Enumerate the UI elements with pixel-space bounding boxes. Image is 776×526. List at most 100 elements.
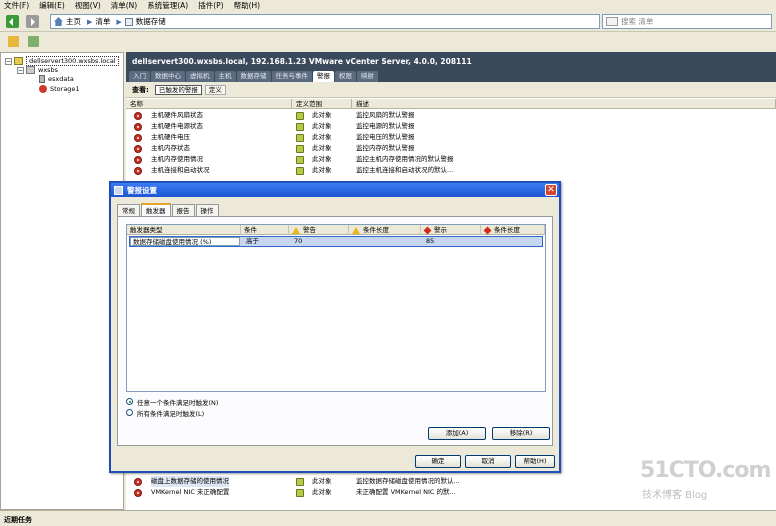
dialog-title: 警报设置 [127, 185, 157, 195]
tab-triggers[interactable]: 触发器 [141, 203, 171, 216]
alarm-settings-dialog: 警报设置 ✕ 常规 触发器 报告 操作 触发器类型 条件 警告 条件长度 警示 … [109, 181, 561, 473]
datacenter-icon [26, 66, 35, 74]
ok-button[interactable]: 确定 [415, 455, 461, 468]
alert-value-cell[interactable]: 85 [424, 237, 482, 246]
recent-tasks-bar[interactable]: 近期任务 [0, 510, 776, 526]
datastore-warning-icon [39, 85, 47, 93]
object-header: dellservert300.wxsbs.local, 192.168.1.23… [126, 52, 776, 70]
tree-node-datacenter[interactable]: − wxsbs [17, 66, 58, 74]
alarm-icon [134, 133, 142, 142]
new-datastore-icon[interactable] [28, 36, 39, 47]
add-trigger-button[interactable]: 添加(A) [428, 427, 486, 440]
trigger-grid: 触发器类型 条件 警告 条件长度 警示 条件长度 数据存储磁盘使用情况 (%) … [126, 224, 546, 392]
trigger-row[interactable]: 数据存储磁盘使用情况 (%) 高于 70 85 [129, 236, 543, 247]
alarm-icon [134, 488, 142, 497]
watermark: 51CTO.com 技术博客 Blog [640, 458, 771, 501]
tab-actions[interactable]: 操作 [195, 204, 219, 216]
remove-trigger-button[interactable]: 移除(R) [492, 427, 550, 440]
column-header-scope[interactable]: 定义范围 [292, 99, 352, 109]
triggers-pane: 触发器类型 条件 警告 条件长度 警示 条件长度 数据存储磁盘使用情况 (%) … [117, 216, 553, 446]
triggered-alarms-button[interactable]: 已触发的警报 [154, 84, 202, 95]
menu-inventory[interactable]: 清单(N) [111, 0, 137, 11]
menu-edit[interactable]: 编辑(E) [39, 0, 65, 11]
tab-datacenters[interactable]: 数据中心 [151, 71, 185, 82]
navigation-bar: 主页 ▶ 清单 ▶ 数据存储 搜索 清单 [0, 11, 776, 32]
search-scope-icon[interactable] [606, 17, 618, 26]
breadcrumb-inventory[interactable]: 清单 [95, 16, 110, 27]
table-row[interactable]: 主机硬件风扇状态 此对象 监控风扇的默认警报 [126, 110, 776, 121]
breadcrumb-separator-icon: ▶ [87, 17, 93, 26]
collapse-icon[interactable]: − [17, 66, 24, 74]
close-button[interactable]: ✕ [545, 184, 557, 196]
column-header-alert-duration[interactable]: 条件长度 [481, 225, 545, 235]
tree-node-vcenter[interactable]: − dellservert300.wxsbs.local [5, 56, 119, 66]
search-input[interactable]: 搜索 清单 [602, 14, 772, 29]
column-header-warning-duration[interactable]: 条件长度 [349, 225, 421, 235]
radio-any-condition[interactable]: 任意一个条件满足时触发(N) [126, 396, 218, 407]
new-folder-icon[interactable] [8, 36, 19, 47]
tab-permissions[interactable]: 权限 [335, 71, 356, 82]
trigger-type-cell[interactable]: 数据存储磁盘使用情况 (%) [130, 237, 240, 246]
column-header-condition[interactable]: 条件 [241, 225, 289, 235]
tab-reporting[interactable]: 报告 [171, 204, 195, 216]
tree-node-datastore[interactable]: Storage1 [39, 85, 80, 93]
alarm-table-header: 名称 定义范围 描述 [126, 99, 776, 109]
tab-maps[interactable]: 映射 [357, 71, 378, 82]
scope-icon [296, 111, 304, 120]
scope-icon [296, 488, 304, 497]
table-row[interactable]: 主机内存使用情况 此对象 监控主机内存使用情况的默认警报 [126, 154, 776, 165]
radio-unselected-icon [126, 409, 133, 416]
breadcrumb-home[interactable]: 主页 [54, 16, 81, 27]
tab-vms[interactable]: 虚拟机 [186, 71, 214, 82]
dialog-tabs: 常规 触发器 报告 操作 [117, 203, 220, 216]
cancel-button[interactable]: 取消 [465, 455, 511, 468]
menu-plugins[interactable]: 插件(P) [198, 0, 223, 11]
column-header-description[interactable]: 描述 [352, 99, 776, 109]
warning-value-cell[interactable]: 70 [292, 237, 350, 246]
tab-datastores[interactable]: 数据存储 [236, 71, 271, 82]
table-row[interactable]: 主机硬件电压 此对象 监控电压的默认警报 [126, 132, 776, 143]
menu-admin[interactable]: 系统管理(A) [147, 0, 188, 11]
alarm-settings-icon [114, 185, 123, 195]
help-button[interactable]: 帮助(H) [515, 455, 555, 468]
tree-node-datastore[interactable]: esxdata [39, 75, 74, 83]
tab-getting-started[interactable]: 入门 [129, 71, 150, 82]
forward-button[interactable] [26, 15, 39, 28]
scope-icon [296, 133, 304, 142]
alert-duration-cell[interactable] [484, 237, 544, 246]
table-row[interactable]: 主机连接和启动状况 此对象 监控主机连接和启动状况的默认... [126, 165, 776, 176]
menu-help[interactable]: 帮助(H) [234, 0, 261, 11]
vcenter-icon [14, 57, 23, 65]
condition-cell[interactable]: 高于 [244, 237, 290, 246]
alert-icon [483, 226, 492, 234]
scope-icon [296, 155, 304, 164]
radio-all-conditions[interactable]: 所有条件满足时触发(L) [126, 407, 218, 418]
breadcrumb-datastores[interactable]: 数据存储 [124, 16, 166, 27]
radio-selected-icon [126, 398, 133, 405]
column-header-trigger-type[interactable]: 触发器类型 [127, 225, 241, 235]
watermark-site: 51CTO.com [640, 458, 771, 483]
warning-icon [292, 226, 300, 234]
tab-hosts[interactable]: 主机 [214, 71, 236, 82]
column-header-alert[interactable]: 警示 [421, 225, 481, 235]
menu-view[interactable]: 视图(V) [75, 0, 101, 11]
menu-bar: 文件(F) 编辑(E) 视图(V) 清单(N) 系统管理(A) 插件(P) 帮助… [0, 0, 776, 11]
scope-icon [296, 166, 304, 175]
breadcrumb: 主页 ▶ 清单 ▶ 数据存储 [50, 14, 600, 29]
trigger-grid-header: 触发器类型 条件 警告 条件长度 警示 条件长度 [127, 225, 545, 235]
tab-alarms[interactable]: 警报 [313, 71, 334, 82]
dialog-title-bar[interactable]: 警报设置 [111, 183, 559, 197]
menu-file[interactable]: 文件(F) [4, 0, 29, 11]
definitions-button[interactable]: 定义 [204, 84, 226, 95]
table-row[interactable]: 主机内存状态 此对象 监控内存的默认警报 [126, 143, 776, 154]
collapse-icon[interactable]: − [5, 57, 12, 65]
column-header-name[interactable]: 名称 [126, 99, 292, 109]
warning-duration-cell[interactable] [352, 237, 422, 246]
table-row[interactable]: 主机硬件电源状态 此对象 监控电源的默认警报 [126, 121, 776, 132]
back-button[interactable] [6, 15, 19, 28]
datastore-icon [124, 17, 133, 26]
tab-tasks-events[interactable]: 任务与事件 [271, 71, 312, 82]
alarm-icon [134, 111, 142, 120]
column-header-warning[interactable]: 警告 [289, 225, 349, 235]
tab-general[interactable]: 常规 [117, 204, 140, 216]
